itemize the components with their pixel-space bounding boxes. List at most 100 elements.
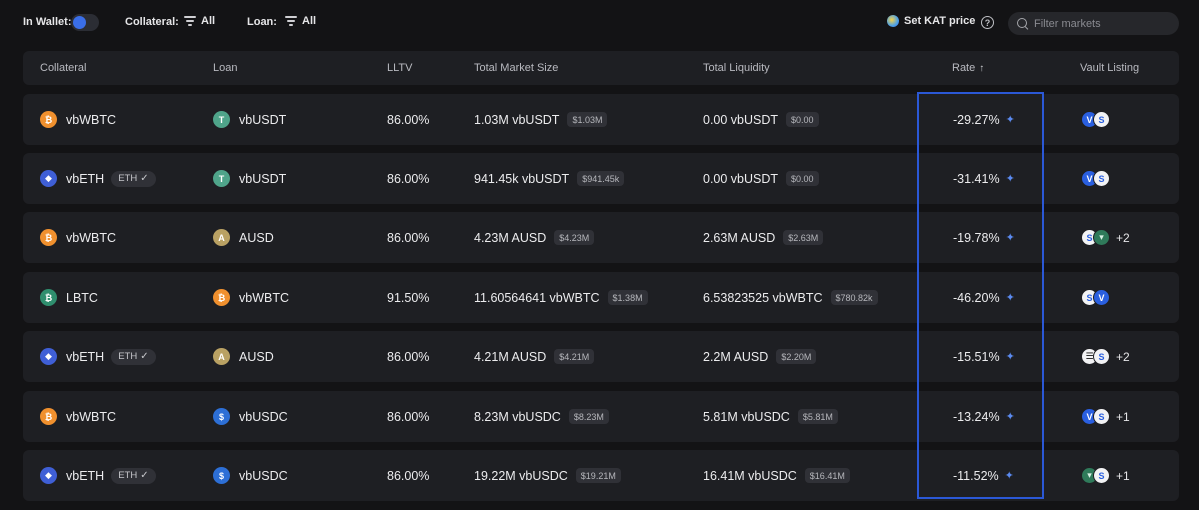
sparkle-rewards-icon[interactable]: ✦	[1005, 469, 1014, 482]
loan-cell: A AUSD	[213, 212, 274, 263]
lltv-cell: 86.00%	[387, 153, 429, 204]
search-icon	[1017, 18, 1028, 29]
sparkle-rewards-icon[interactable]: ✦	[1006, 410, 1015, 423]
collateral-filter-value: All	[201, 15, 216, 27]
liquidity-cell: 16.41M vbUSDC $16.41M	[703, 450, 850, 501]
collateral-asset: LBTC	[66, 290, 98, 305]
market-size-value: 941.45k vbUSDT	[474, 171, 570, 186]
sparkle-rewards-icon[interactable]: ✦	[1006, 172, 1015, 185]
set-kat-price-button[interactable]: Set KAT price	[887, 15, 975, 27]
filter-icon	[184, 16, 196, 26]
loan-cell: A AUSD	[213, 331, 274, 382]
check-icon: ✓	[140, 470, 149, 481]
header-rate-label: Rate	[952, 62, 976, 74]
vault-curator-icon: S	[1093, 408, 1110, 425]
vault-listing-cell[interactable]: V S +1	[1081, 391, 1130, 442]
table-row[interactable]: ◆ vbETH ETH ✓ A AUSD 86.00% 4.21M AUSD $4.21M 2.2…	[23, 331, 1179, 382]
loan-cell: ₿ vbWBTC	[213, 272, 289, 323]
vault-listing-cell[interactable]: SV	[1081, 272, 1110, 323]
collateral-asset: vbETH	[66, 349, 105, 364]
rate-value: -46.20%	[953, 290, 1000, 305]
table-row[interactable]: ◆ vbETH ETH ✓ TvbUSDT 86.00% 941.45k vbUSDT $94…	[23, 153, 1179, 204]
lltv-value: 86.00%	[387, 409, 430, 424]
check-icon: ✓	[140, 351, 149, 362]
header-vault-listing: Vault Listing	[1080, 62, 1140, 74]
vault-curator-icon: S	[1093, 467, 1110, 484]
vault-more-count: +2	[1116, 349, 1130, 364]
liquidity-usd-badge: $2.63M	[783, 230, 824, 245]
check-icon: ✓	[140, 173, 149, 184]
market-size-cell: 8.23M vbUSDC $8.23M	[474, 391, 609, 442]
chip-label: ETH	[118, 173, 138, 184]
usdc-coin-icon: $	[213, 408, 230, 425]
loan-asset: vbUSDC	[239, 409, 288, 424]
header-total-market-size[interactable]: Total Market Size	[474, 62, 558, 74]
market-size-value: 19.22M vbUSDC	[474, 468, 568, 483]
market-size-cell: 941.45k vbUSDT $941.45k	[474, 153, 625, 204]
table-row[interactable]: ◆ vbETH ETH ✓ $ vbUSDC 86.00% 19.22M vbUSDC $19.…	[23, 450, 1179, 501]
collateral-filter-button[interactable]: All	[184, 15, 215, 27]
header-collateral[interactable]: Collateral	[40, 62, 86, 74]
vault-listing-cell[interactable]: VS	[1081, 153, 1110, 204]
collateral-filter-label: Collateral:	[125, 16, 179, 28]
btc-coin-icon: ₿	[213, 289, 230, 306]
loan-filter-button[interactable]: All	[285, 15, 316, 27]
table-row[interactable]: ₿ LBTC ₿ vbWBTC 91.50% 11.60564641 vbWBTC $1.3…	[23, 272, 1179, 323]
market-size-cell: 4.23M AUSD $4.23M	[474, 212, 595, 263]
market-size-value: 4.21M AUSD	[474, 349, 547, 364]
liquidity-value: 5.81M vbUSDC	[703, 409, 790, 424]
table-row[interactable]: ₿ vbWBTC TvbUSDT 86.00% 1.03M vbUSDT $1.03M 0.…	[23, 94, 1179, 145]
market-size-usd-badge: $941.45k	[577, 171, 625, 186]
vault-listing-cell[interactable]: ▾ S +1	[1081, 450, 1130, 501]
lltv-cell: 86.00%	[387, 331, 429, 382]
market-size-usd-badge: $4.21M	[554, 349, 595, 364]
underlying-asset-chip: ETH ✓	[111, 170, 156, 187]
ausd-coin-icon: A	[213, 229, 230, 246]
market-size-usd-badge: $8.23M	[568, 409, 609, 424]
vault-more-count: +1	[1116, 468, 1130, 483]
loan-asset: AUSD	[239, 349, 274, 364]
table-row[interactable]: ₿ vbWBTC A AUSD 86.00% 4.23M AUSD $4.23M 2.63M …	[23, 212, 1179, 263]
liquidity-usd-badge: $16.41M	[804, 468, 850, 483]
market-size-cell: 19.22M vbUSDC $19.21M	[474, 450, 621, 501]
vault-listing-cell[interactable]: VS	[1081, 94, 1110, 145]
btc-coin-icon: ₿	[40, 408, 57, 425]
ausd-coin-icon: A	[213, 348, 230, 365]
vault-curator-icon: S	[1093, 170, 1110, 187]
vault-listing-cell[interactable]: S ▾ +2	[1081, 212, 1130, 263]
header-total-liquidity[interactable]: Total Liquidity	[703, 62, 770, 74]
search-box[interactable]	[1008, 12, 1179, 35]
help-icon[interactable]: ?	[981, 16, 994, 29]
filter-markets-input[interactable]	[1034, 17, 1174, 30]
rate-cell: -31.41% ✦	[953, 153, 1015, 204]
vault-listing-cell[interactable]: ☰ S +2	[1081, 331, 1130, 382]
loan-asset: vbUSDT	[239, 112, 287, 127]
eth-coin-icon: ◆	[40, 467, 57, 484]
header-rate[interactable]: Rate ↑	[952, 62, 984, 74]
sparkle-rewards-icon[interactable]: ✦	[1006, 231, 1015, 244]
rate-cell: -19.78% ✦	[953, 212, 1015, 263]
eth-coin-icon: ◆	[40, 170, 57, 187]
loan-asset: vbUSDC	[239, 468, 288, 483]
market-size-cell: 1.03M vbUSDT $1.03M	[474, 94, 608, 145]
liquidity-usd-badge: $0.00	[786, 112, 819, 127]
lltv-cell: 86.00%	[387, 212, 429, 263]
underlying-asset-chip: ETH ✓	[111, 467, 156, 484]
header-loan[interactable]: Loan	[213, 62, 237, 74]
sparkle-rewards-icon[interactable]: ✦	[1006, 291, 1015, 304]
header-lltv[interactable]: LLTV	[387, 62, 412, 74]
in-wallet-label: In Wallet:	[23, 16, 72, 28]
collateral-cell: ◆ vbETH ETH ✓	[40, 331, 156, 382]
collateral-cell: ₿ vbWBTC	[40, 212, 116, 263]
liquidity-cell: 0.00 vbUSDT $0.00	[703, 94, 819, 145]
in-wallet-toggle[interactable]	[71, 14, 99, 31]
chip-label: ETH	[118, 470, 138, 481]
btc-coin-icon: ₿	[40, 229, 57, 246]
table-row[interactable]: ₿ vbWBTC $ vbUSDC 86.00% 8.23M vbUSDC $8.23M 5.…	[23, 391, 1179, 442]
loan-asset: AUSD	[239, 230, 274, 245]
lltv-value: 86.00%	[387, 468, 430, 483]
sparkle-rewards-icon[interactable]: ✦	[1006, 350, 1015, 363]
sparkle-rewards-icon[interactable]: ✦	[1006, 113, 1015, 126]
vault-curator-icon: S	[1093, 111, 1110, 128]
collateral-cell: ₿ vbWBTC	[40, 94, 116, 145]
